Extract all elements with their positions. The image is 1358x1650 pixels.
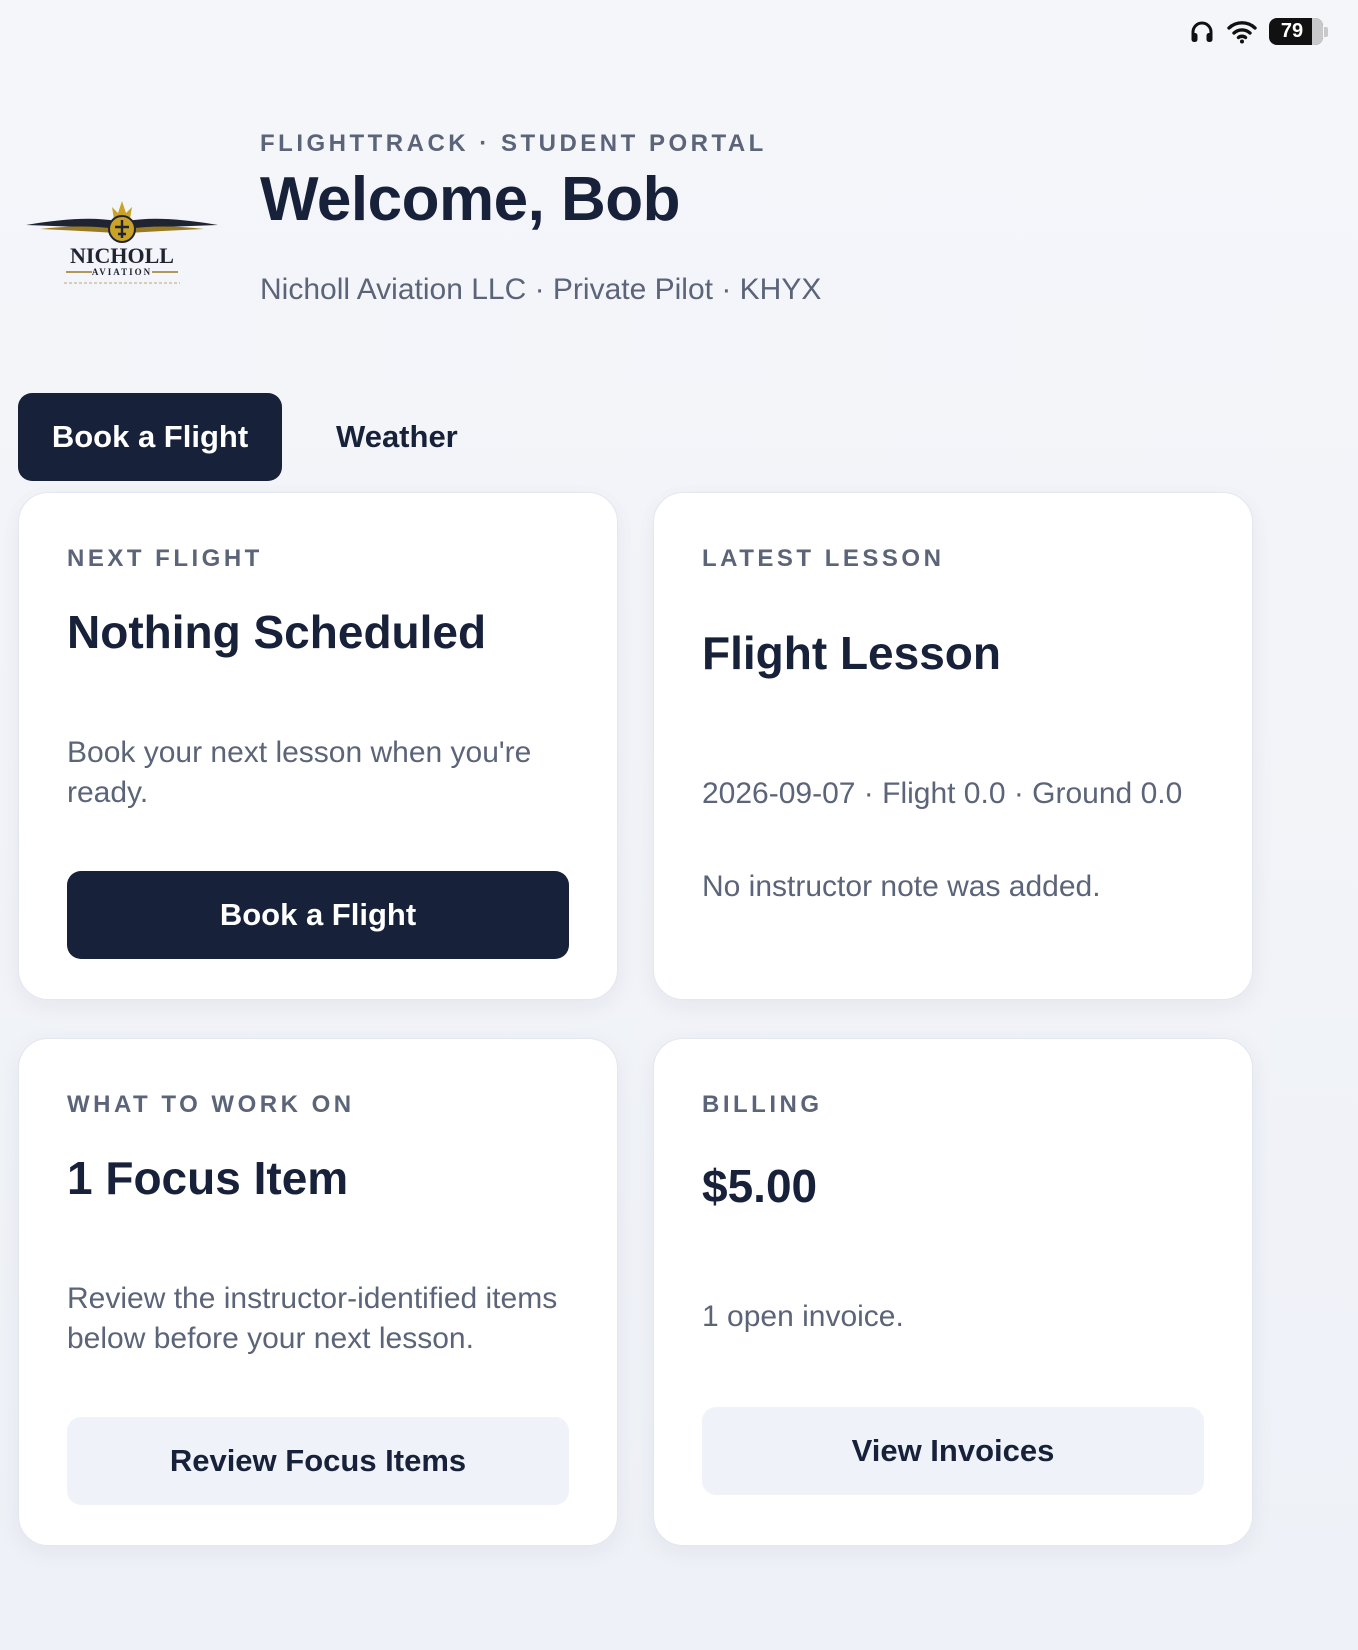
battery-level: 79 bbox=[1280, 20, 1304, 42]
card-text: Review the instructor-identified items b… bbox=[67, 1282, 558, 1355]
card-title: 1 Focus Item bbox=[67, 1152, 349, 1204]
logo-subtext: AVIATION bbox=[92, 267, 152, 277]
lesson-meta: 2026-09-07 · Flight 0.0 · Ground 0.0 bbox=[702, 777, 1183, 810]
card-text: Book your next lesson when you're ready. bbox=[67, 736, 532, 809]
logo-text: NICHOLL bbox=[70, 243, 174, 268]
billing-card: BILLING $5.00 1 open invoice. View Invoi… bbox=[653, 1038, 1253, 1546]
card-title: Flight Lesson bbox=[702, 627, 1001, 679]
quick-actions: Book a Flight Weather bbox=[18, 393, 458, 481]
school-info: Nicholl Aviation LLC · Private Pilot · K… bbox=[260, 273, 822, 306]
portal-eyebrow: FLIGHTTRACK · STUDENT PORTAL bbox=[260, 130, 767, 157]
page-header: NICHOLL AVIATION FLIGHTTRACK · STUDENT P… bbox=[22, 118, 821, 307]
card-label: LATEST LESSON bbox=[702, 545, 945, 572]
card-text: 1 open invoice. bbox=[702, 1300, 904, 1333]
header-text: FLIGHTTRACK · STUDENT PORTAL Welcome, Bo… bbox=[260, 118, 821, 307]
headphones-icon bbox=[1189, 19, 1215, 45]
latest-lesson-card: LATEST LESSON Flight Lesson 2026-09-07 ·… bbox=[653, 492, 1253, 1000]
next-flight-card: NEXT FLIGHT Nothing Scheduled Book your … bbox=[18, 492, 618, 1000]
card-title: Nothing Scheduled bbox=[67, 606, 487, 658]
weather-button[interactable]: Weather bbox=[336, 419, 458, 455]
review-focus-items-button[interactable]: Review Focus Items bbox=[67, 1417, 569, 1505]
view-invoices-button[interactable]: View Invoices bbox=[702, 1407, 1204, 1495]
card-label: BILLING bbox=[702, 1091, 823, 1118]
book-flight-card-button[interactable]: Book a Flight bbox=[67, 871, 569, 959]
wifi-icon bbox=[1227, 20, 1257, 44]
instructor-note: No instructor note was added. bbox=[702, 870, 1101, 903]
battery-icon: 79 bbox=[1269, 18, 1328, 45]
work-on-card: WHAT TO WORK ON 1 Focus Item Review the … bbox=[18, 1038, 618, 1546]
billing-amount: $5.00 bbox=[702, 1160, 818, 1212]
page-title: Welcome, Bob bbox=[260, 165, 681, 234]
status-bar: 79 bbox=[1189, 18, 1328, 45]
card-label: NEXT FLIGHT bbox=[67, 545, 263, 572]
book-flight-button[interactable]: Book a Flight bbox=[18, 393, 282, 481]
nicholl-aviation-logo: NICHOLL AVIATION bbox=[22, 186, 222, 296]
card-label: WHAT TO WORK ON bbox=[67, 1091, 355, 1118]
